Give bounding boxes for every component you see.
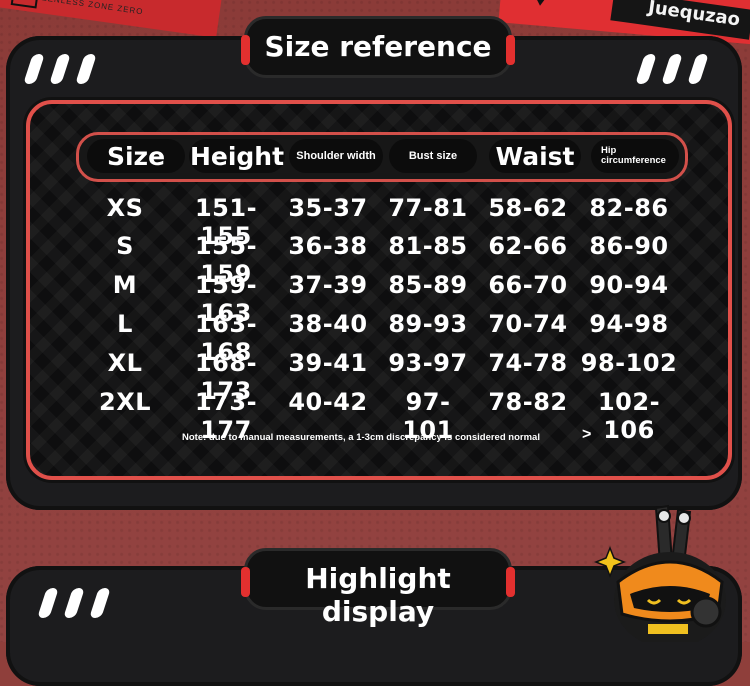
waist-cell: 58-62 [488,194,568,222]
size-cell: L [117,310,133,338]
waist-cell: 70-74 [488,310,568,338]
table-row: 2XL 173-177 40-42 97-101 78-82 102-106 [30,388,728,444]
header-size: Size [87,139,185,173]
highlight-display-title: Highlight display [241,548,515,628]
shoulder-cell: 39-41 [288,349,368,377]
waist-cell: 78-82 [488,388,568,416]
hip-cell: 102-106 [597,388,661,444]
waist-cell: 66-70 [488,271,568,299]
hip-cell: 82-86 [589,194,669,222]
shoulder-cell: 38-40 [288,310,368,338]
arrow-icon [530,0,552,7]
hip-cell: 90-94 [589,271,669,299]
size-cell: XL [107,349,143,377]
bust-cell: 77-81 [388,194,468,222]
size-cell: 2XL [99,388,151,416]
title-cap-right [506,567,515,597]
waist-cell: 62-66 [488,232,568,260]
section-title: Highlight display [305,562,451,628]
header-height: Height [189,139,285,173]
chevron-right-icon[interactable]: > [582,426,591,444]
size-reference-title: Size reference [241,16,515,78]
size-table: Size Height Shoulder width Bust size Wai… [26,100,732,480]
waist-cell: 74-78 [488,349,568,377]
bust-cell: 89-93 [388,310,468,338]
tape-text: ZENLESS ZONE ZERO [41,0,144,17]
table-row: XL 168-173 39-41 93-97 74-78 98-102 [30,349,728,405]
table-row: M 159-163 37-39 85-89 66-70 90-94 [30,271,728,327]
size-reference-card: Size Height Shoulder width Bust size Wai… [6,36,742,510]
shoulder-cell: 35-37 [288,194,368,222]
shoulder-cell: 40-42 [288,388,368,416]
size-cell: S [116,232,134,260]
section-title: Size reference [264,30,492,63]
slash-decoration-icon [37,588,120,623]
sparkle-icon [593,545,627,579]
hip-cell: 94-98 [589,310,669,338]
size-cell: XS [106,194,144,222]
bust-cell: 93-97 [388,349,468,377]
shoulder-cell: 37-39 [288,271,368,299]
slash-decoration-icon [635,54,718,89]
table-row: XS 151-155 35-37 77-81 58-62 82-86 [30,194,728,250]
header-waist: Waist [489,139,581,173]
measurement-note: Note: due to manual measurements, a 1-3c… [182,432,540,443]
bust-cell: 81-85 [388,232,468,260]
table-header: Size Height Shoulder width Bust size Wai… [76,132,688,182]
bunny-mascot-icon [593,504,726,642]
header-hip-circumference: Hip circumference [591,139,679,173]
table-row: S 155-159 36-38 81-85 62-66 86-90 [30,232,728,288]
shoulder-cell: 36-38 [288,232,368,260]
title-cap-right [506,35,515,65]
hip-cell: 98-102 [580,349,678,377]
slash-decoration-icon [23,54,106,89]
bust-cell: 85-89 [388,271,468,299]
logo-mark-icon: Z [10,0,41,9]
size-cell: M [112,271,138,299]
header-bust-size: Bust size [389,139,477,173]
table-row: L 163-168 38-40 89-93 70-74 94-98 [30,310,728,366]
header-shoulder-width: Shoulder width [289,139,383,173]
hip-cell: 86-90 [589,232,669,260]
